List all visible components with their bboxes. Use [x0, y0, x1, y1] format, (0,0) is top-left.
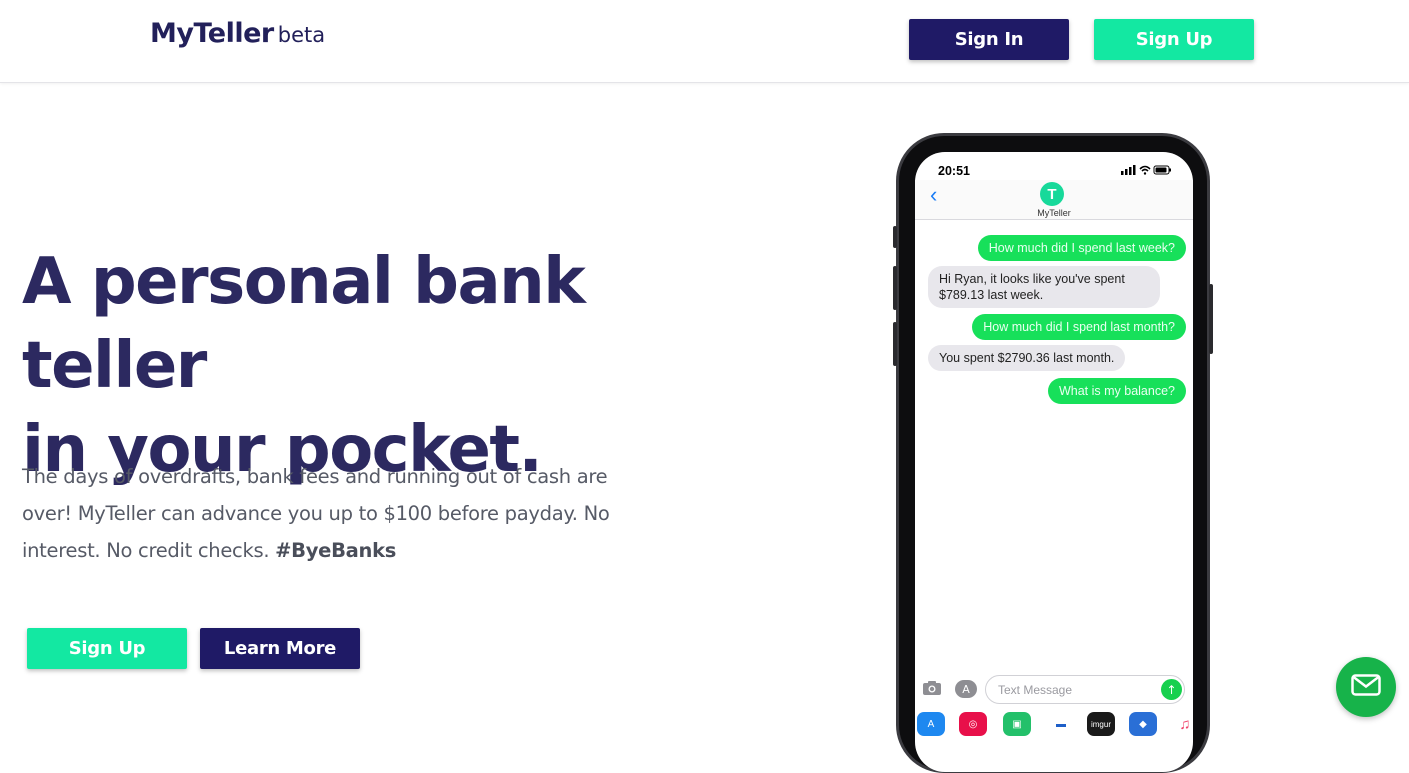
message-bubble-incoming: You spent $2790.36 last month. — [928, 345, 1126, 371]
message-text-field[interactable]: Text Message — [985, 675, 1185, 704]
message-input-bar: A Text Message ↑ — [915, 672, 1193, 708]
phone-volume-up — [893, 266, 897, 310]
imgur-app-icon[interactable]: imgur — [1087, 712, 1115, 736]
hero-headline-line1: A personal bank teller — [22, 245, 586, 403]
mail-icon — [1351, 674, 1381, 700]
hero-headline: A personal bank teller in your pocket. — [22, 240, 742, 492]
chat-header: ‹ T MyTeller — [915, 180, 1193, 220]
message-bubble-incoming: Hi Ryan, it looks like you've spent $789… — [928, 266, 1160, 308]
top-navbar: MyTeller beta Sign In Sign Up — [0, 0, 1409, 83]
hero-hashtag: #ByeBanks — [275, 539, 397, 562]
nav-sign-up-button[interactable]: Sign Up — [1094, 19, 1254, 60]
hero-learn-more-button[interactable]: Learn More — [200, 628, 360, 669]
message-bubble-outgoing: How much did I spend last month? — [972, 314, 1186, 340]
nav-sign-in-button[interactable]: Sign In — [909, 19, 1069, 60]
message-bubble-outgoing: How much did I spend last week? — [977, 235, 1186, 261]
app-store-app-icon[interactable]: A — [917, 712, 945, 736]
hero-sign-up-button[interactable]: Sign Up — [27, 628, 187, 669]
phone-mute-switch — [893, 226, 897, 248]
send-arrow-icon[interactable]: ↑ — [1161, 679, 1182, 700]
news-app-icon[interactable]: ◆ — [1129, 712, 1157, 736]
green-shield-app-icon[interactable]: ▣ — [1003, 712, 1031, 736]
brand-logo[interactable]: MyTeller beta — [150, 18, 325, 49]
back-chevron-icon[interactable]: ‹ — [930, 182, 937, 208]
contact-avatar[interactable]: T — [1040, 182, 1064, 206]
mail-fab-button[interactable] — [1336, 657, 1396, 717]
hero-description: The days of overdrafts, bank fees and ru… — [22, 458, 662, 569]
status-time: 20:51 — [938, 164, 970, 178]
search-globe-app-icon[interactable]: ◎ — [959, 712, 987, 736]
phone-volume-down — [893, 322, 897, 366]
phone-screen: 20:51 ‹ T MyTeller How much did I spend … — [915, 152, 1193, 772]
car-app-icon[interactable]: ▬ — [1047, 712, 1075, 736]
brand-name: MyTeller — [150, 18, 274, 49]
camera-icon[interactable] — [922, 680, 942, 700]
phone-power-button — [1209, 284, 1213, 354]
app-store-icon[interactable]: A — [955, 680, 977, 698]
contact-name: MyTeller — [1037, 208, 1071, 218]
signal-wifi-battery-icon — [1121, 164, 1173, 178]
music-app-icon[interactable]: ♫ — [1171, 712, 1193, 736]
phone-mockup: 20:51 ‹ T MyTeller How much did I spend … — [893, 133, 1213, 773]
message-bubble-outgoing: What is my balance? — [1047, 378, 1186, 404]
brand-beta-tag: beta — [277, 23, 326, 47]
imessage-app-drawer: A ◎ ▣ ▬ imgur ◆ ♫ — [915, 712, 1193, 740]
